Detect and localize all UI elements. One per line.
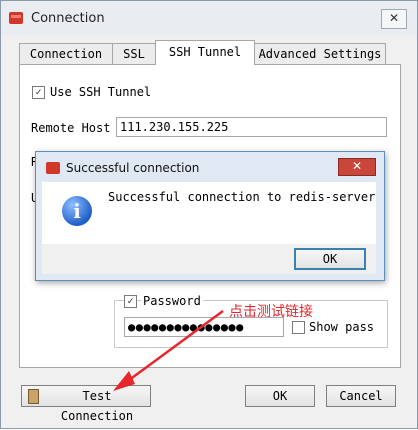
annotation-arrow [113, 309, 224, 391]
tab-ssh-tunnel[interactable]: SSH Tunnel [155, 40, 255, 65]
connection-window: Connection ✕ Connection SSL SSH Tunnel A… [0, 0, 418, 429]
